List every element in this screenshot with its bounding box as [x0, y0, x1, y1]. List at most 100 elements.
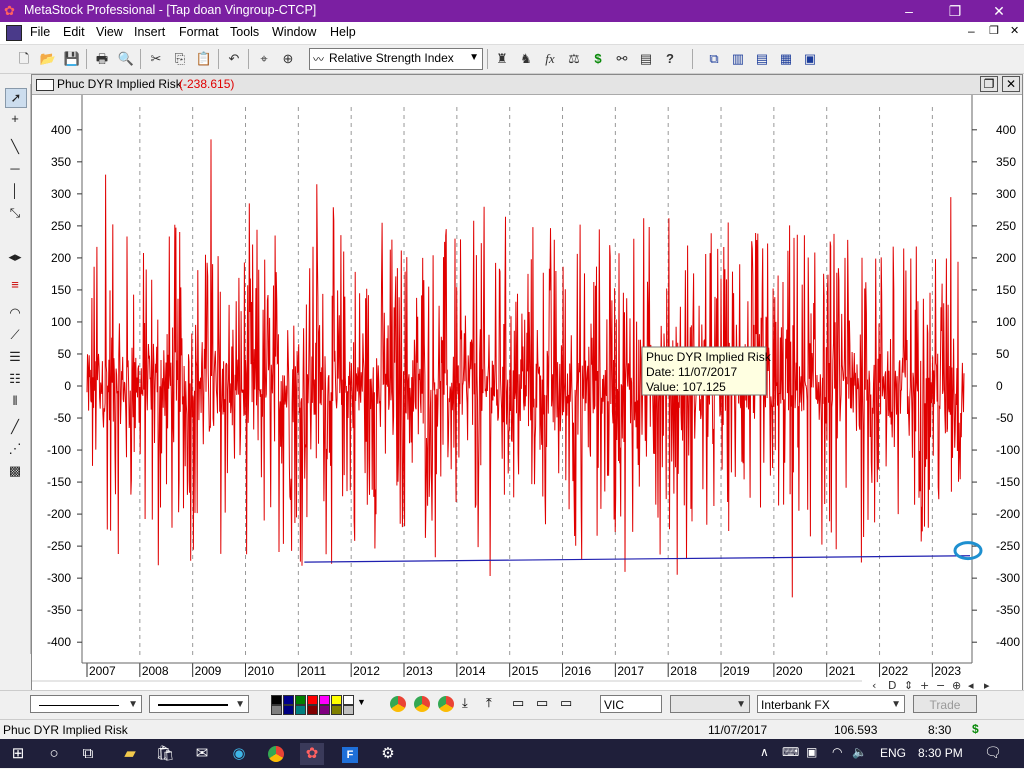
symbol-input[interactable]: VIC [600, 695, 662, 713]
gann-grid-icon[interactable]: ▩ [5, 462, 25, 480]
color-swatch[interactable] [307, 705, 318, 715]
maximize-button[interactable]: ❐ [932, 1, 978, 21]
scroll-left-right-icon[interactable]: ◂▸ [5, 248, 25, 266]
close-button[interactable]: ✕ [976, 1, 1022, 21]
feed-select[interactable]: Interbank FX ▼ [757, 695, 905, 713]
print-preview-icon[interactable]: 🔍 [116, 49, 136, 69]
chart-restore-icon[interactable]: ❐ [980, 76, 998, 92]
tray-keyboard-icon[interactable]: ⌨ [782, 745, 799, 759]
download-icon[interactable]: ⤓ [462, 695, 468, 711]
chart-window[interactable]: Phuc DYR Implied Risk (-238.615) ❐ ✕ 400… [31, 74, 1023, 692]
cascade-icon[interactable]: ⧉ [704, 49, 724, 69]
color-swatch[interactable] [319, 695, 330, 705]
cycle-lines-icon[interactable]: ‖ [5, 392, 25, 410]
language-indicator[interactable]: ENG [880, 746, 906, 760]
binoculars-icon[interactable]: ⚯ [612, 49, 632, 69]
metastock-taskbar-icon[interactable]: ✿ [300, 743, 324, 765]
indicator-select[interactable]: 〰 Relative Strength Index ▼ [309, 48, 483, 70]
volume-icon[interactable]: 🔈 [852, 745, 867, 759]
mdi-restore-icon[interactable]: ❐ [989, 24, 999, 37]
menu-insert[interactable]: Insert [134, 25, 165, 39]
menu-view[interactable]: View [96, 25, 123, 39]
tray-chevron-icon[interactable]: ∧ [760, 745, 769, 759]
menu-edit[interactable]: Edit [63, 25, 85, 39]
tray-device-icon[interactable]: ▣ [806, 745, 817, 759]
channel-icon[interactable]: ≡ [5, 276, 25, 294]
fan-icon[interactable]: ⟋ [5, 326, 25, 344]
pane-icon-1[interactable]: ▭ [512, 695, 524, 711]
explorer-icon[interactable]: ♞ [516, 49, 536, 69]
search-icon[interactable]: ○ [42, 743, 66, 765]
gann-fan-icon[interactable]: ⋰ [5, 440, 25, 458]
mdi-minimize-icon[interactable]: – [968, 24, 975, 38]
color-swatch[interactable] [331, 695, 342, 705]
open-icon[interactable]: 📂 [38, 49, 58, 69]
horizontal-line-icon[interactable]: ─ [5, 160, 25, 178]
store-icon[interactable]: 🛍 [153, 743, 177, 765]
file-explorer-icon[interactable]: ▰ [118, 743, 142, 765]
color-swatch[interactable] [307, 695, 318, 705]
mdi-close-icon[interactable]: ✕ [1010, 24, 1019, 37]
crosshair-icon[interactable]: ⌖ [254, 49, 274, 69]
vertical-line-icon[interactable]: │ [5, 182, 25, 200]
chart-plot[interactable]: 400 400 350 350 300 300 250 250 200 200 150 150 100 1… [32, 95, 1022, 691]
pointer-icon[interactable]: ➚ [5, 88, 27, 108]
trendline-icon[interactable]: ╲ [5, 138, 25, 156]
dollar-icon[interactable]: $ [588, 49, 608, 69]
app-f-icon[interactable]: F [338, 743, 362, 765]
speed-resistance-icon[interactable]: ⤡ [5, 204, 25, 222]
upload-icon[interactable]: ⤒ [486, 695, 492, 711]
pane-icon-2[interactable]: ▭ [536, 695, 548, 711]
browser-icon-1[interactable] [390, 696, 406, 712]
minimize-button[interactable]: – [886, 1, 932, 21]
zoom-icon[interactable]: ⊕ [278, 49, 298, 69]
fibonacci-icon[interactable]: ☰ [5, 348, 25, 366]
paste-icon[interactable]: 📋 [194, 49, 214, 69]
expert-icon[interactable]: ♜ [492, 49, 512, 69]
color-swatch[interactable] [343, 695, 354, 705]
system-tester-icon[interactable]: ⚖ [564, 49, 584, 69]
line-weight-select[interactable]: ▼ [149, 695, 249, 713]
browser-icon-3[interactable] [438, 696, 454, 712]
new-icon[interactable]: 🗋 [14, 49, 34, 69]
color-swatch[interactable] [295, 705, 306, 715]
arc-icon[interactable]: ◠ [5, 304, 25, 322]
undo-icon[interactable]: ↶ [224, 49, 244, 69]
browser-icon-2[interactable] [414, 696, 430, 712]
windows-start-icon[interactable]: ⊞ [6, 743, 30, 765]
color-swatch[interactable] [331, 705, 342, 715]
chrome-icon[interactable] [264, 743, 288, 765]
trade-button[interactable]: Trade [913, 695, 977, 713]
cut-icon[interactable]: ✂ [146, 49, 166, 69]
color-swatch[interactable] [319, 705, 330, 715]
print-icon[interactable]: 🖶 [92, 49, 112, 69]
menu-format[interactable]: Format [179, 25, 219, 39]
color-swatch[interactable] [343, 705, 354, 715]
app-tools-icon[interactable]: ⚙ [376, 743, 400, 765]
formula-icon[interactable]: fx [540, 49, 560, 69]
properties-icon[interactable]: ▤ [636, 49, 656, 69]
edge-icon[interactable]: ◉ [227, 743, 251, 765]
layout-icon[interactable]: ▣ [800, 49, 820, 69]
chart-close-icon[interactable]: ✕ [1002, 76, 1020, 92]
palette-dropdown-icon[interactable]: ▼ [357, 697, 366, 707]
menu-tools[interactable]: Tools [230, 25, 259, 39]
menu-window[interactable]: Window [272, 25, 316, 39]
color-swatch[interactable] [271, 695, 282, 705]
color-swatch[interactable] [283, 695, 294, 705]
task-view-icon[interactable]: ⧉ [76, 743, 100, 765]
color-swatch[interactable] [283, 705, 294, 715]
retracement-icon[interactable]: ☷ [5, 370, 25, 388]
pane-icon-3[interactable]: ▭ [560, 695, 572, 711]
menu-file[interactable]: File [30, 25, 50, 39]
help-icon[interactable]: ? [660, 49, 680, 69]
color-swatch[interactable] [271, 705, 282, 715]
line-style-select[interactable]: ▼ [30, 695, 142, 713]
color-palette[interactable] [271, 695, 355, 715]
line-icon[interactable]: ╱ [5, 418, 25, 436]
clock[interactable]: 8:30 PM [918, 746, 963, 760]
period-select[interactable]: ▼ [670, 695, 750, 713]
tile-vertical-icon[interactable]: ▥ [728, 49, 748, 69]
menu-help[interactable]: Help [330, 25, 356, 39]
notifications-icon[interactable]: 🗨 [984, 744, 1002, 761]
